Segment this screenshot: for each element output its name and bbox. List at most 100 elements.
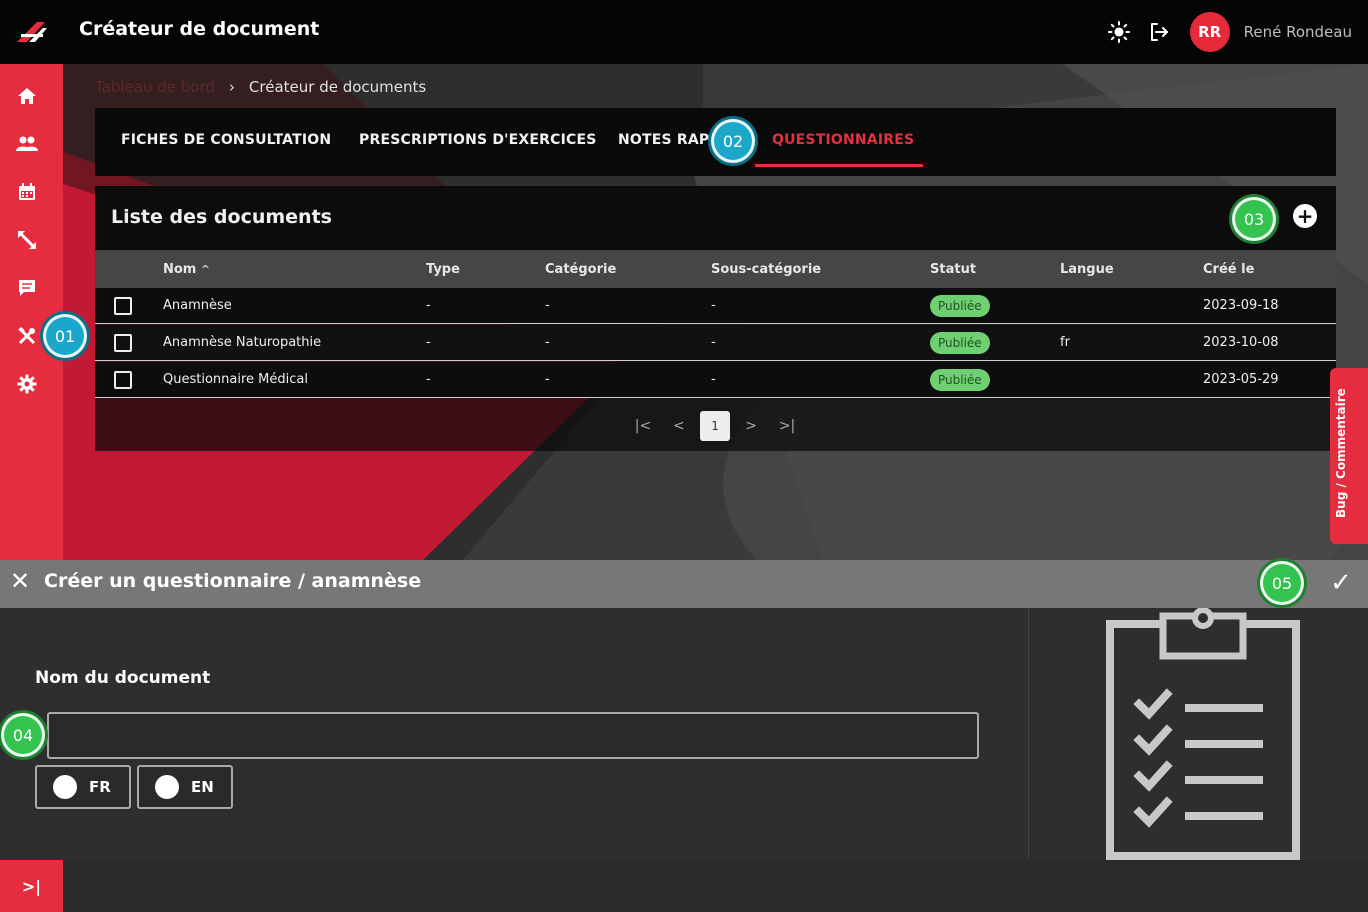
status-badge: Publiée — [930, 295, 990, 317]
column-header-name[interactable]: Nom ^ — [163, 262, 210, 277]
next-page-button[interactable]: > — [733, 411, 769, 441]
cell-category: - — [545, 335, 550, 350]
active-tab-indicator — [755, 164, 923, 167]
tools-icon — [18, 326, 36, 345]
step-marker-04: 04 — [1, 713, 45, 757]
status-badge: Publiée — [930, 332, 990, 354]
cell-type: - — [426, 335, 431, 350]
home-icon — [18, 88, 36, 104]
language-option-fr[interactable]: FR — [35, 765, 131, 809]
add-document-button[interactable]: + — [1293, 204, 1317, 228]
top-bar: Créateur de document RR René Rondeau — [0, 0, 1368, 64]
form-title: Créer un questionnaire / anamnèse — [44, 570, 422, 592]
cell-created: 2023-10-08 — [1203, 335, 1279, 350]
logout-icon[interactable] — [1146, 19, 1172, 45]
form-header: ✕ Créer un questionnaire / anamnèse ✓ — [0, 560, 1368, 608]
calendar-icon — [19, 183, 35, 200]
user-name[interactable]: René Rondeau — [1244, 23, 1352, 41]
close-form-button[interactable]: ✕ — [10, 569, 32, 593]
sidebar-item-messages[interactable] — [13, 274, 41, 302]
breadcrumb-separator: › — [228, 78, 235, 96]
row-checkbox[interactable] — [114, 334, 132, 352]
breadcrumb-current: Créateur de documents — [248, 78, 427, 96]
bug-report-label: Bug / Commentaire — [1334, 388, 1348, 518]
prev-page-button[interactable]: < — [661, 411, 697, 441]
cell-category: - — [545, 298, 550, 313]
cell-category: - — [545, 372, 550, 387]
row-checkbox[interactable] — [114, 371, 132, 389]
row-checkbox[interactable] — [114, 297, 132, 315]
sidebar-item-tools[interactable] — [13, 322, 41, 350]
document-name-input[interactable] — [47, 712, 979, 759]
breadcrumb: Tableau de bord › Créateur de documents — [95, 78, 426, 96]
cell-name: Questionnaire Médical — [163, 372, 308, 387]
document-list-card: Liste des documents + Nom ^ Type Catégor… — [95, 186, 1336, 451]
top-right-controls: RR René Rondeau — [1106, 12, 1352, 52]
step-marker-05: 05 — [1260, 561, 1304, 605]
theme-toggle-icon[interactable] — [1106, 19, 1132, 45]
cell-subcategory: - — [711, 372, 716, 387]
tab-questionnaires[interactable]: QUESTIONNAIRES — [772, 132, 914, 148]
cell-name: Anamnèse Naturopathie — [163, 335, 322, 350]
illustration-panel — [1028, 608, 1368, 860]
confirm-form-button[interactable]: ✓ — [1326, 568, 1356, 598]
step-marker-01: 01 — [43, 314, 87, 358]
radio-icon — [53, 775, 77, 799]
app-logo[interactable] — [0, 0, 63, 64]
step-marker-02: 02 — [711, 119, 755, 163]
bottom-bar: >| — [0, 860, 1368, 912]
cell-language: fr — [1060, 335, 1070, 350]
clipboard-checklist-icon — [1106, 608, 1300, 860]
tab-quick-notes[interactable]: NOTES RAPI — [618, 132, 715, 148]
status-badge: Publiée — [930, 369, 990, 391]
logo-icon — [16, 22, 47, 42]
cell-type: - — [426, 372, 431, 387]
column-header-category[interactable]: Catégorie — [545, 262, 616, 277]
sort-ascending-icon[interactable]: ^ — [201, 263, 210, 276]
sidebar-item-settings[interactable] — [13, 370, 41, 398]
cell-subcategory: - — [711, 298, 716, 313]
column-header-language[interactable]: Langue — [1060, 262, 1114, 277]
sidebar — [0, 64, 63, 560]
pagination: |< < 1 > >| — [625, 411, 805, 441]
current-page-button[interactable]: 1 — [699, 411, 731, 441]
tab-consultation-sheets[interactable]: FICHES DE CONSULTATION — [121, 132, 331, 148]
exercise-icon — [18, 231, 36, 249]
step-marker-03: 03 — [1232, 197, 1276, 241]
radio-icon — [155, 775, 179, 799]
sidebar-item-home[interactable] — [13, 82, 41, 110]
table-header: Nom ^ Type Catégorie Sous-catégorie Stat… — [95, 250, 1336, 288]
language-option-en[interactable]: EN — [137, 765, 233, 809]
chat-icon — [19, 280, 35, 296]
column-header-created[interactable]: Créé le — [1203, 262, 1254, 277]
card-title: Liste des documents — [111, 206, 332, 228]
cell-created: 2023-05-29 — [1203, 372, 1279, 387]
column-header-type[interactable]: Type — [426, 262, 460, 277]
breadcrumb-dashboard-link[interactable]: Tableau de bord — [95, 78, 215, 96]
expand-sidebar-button[interactable]: >| — [0, 860, 63, 912]
tab-exercise-prescriptions[interactable]: PRESCRIPTIONS D'EXERCICES — [359, 132, 597, 148]
cell-name: Anamnèse — [163, 298, 232, 313]
table-row[interactable]: Anamnèse - - - Publiée 2023-09-18 — [95, 288, 1336, 324]
table-row[interactable]: Anamnèse Naturopathie - - - Publiée fr 2… — [95, 325, 1336, 361]
sidebar-item-users[interactable] — [13, 130, 41, 158]
sidebar-item-exercises[interactable] — [13, 226, 41, 254]
column-header-status[interactable]: Statut — [930, 262, 976, 277]
gear-icon — [17, 374, 37, 394]
language-fr-label: FR — [89, 778, 111, 796]
sidebar-item-calendar[interactable] — [13, 178, 41, 206]
card-header: Liste des documents + — [95, 186, 1336, 250]
cell-created: 2023-09-18 — [1203, 298, 1279, 313]
column-header-subcategory[interactable]: Sous-catégorie — [711, 262, 821, 277]
last-page-button[interactable]: >| — [769, 411, 805, 441]
cell-subcategory: - — [711, 335, 716, 350]
form-body: Nom du document FR EN — [0, 608, 1028, 860]
cell-type: - — [426, 298, 431, 313]
table-row[interactable]: Questionnaire Médical - - - Publiée 2023… — [95, 362, 1336, 398]
avatar[interactable]: RR — [1189, 12, 1230, 52]
app-title: Créateur de document — [79, 18, 320, 40]
bug-report-tab[interactable]: Bug / Commentaire — [1330, 368, 1368, 544]
language-en-label: EN — [191, 778, 214, 796]
first-page-button[interactable]: |< — [625, 411, 661, 441]
users-icon — [16, 136, 38, 151]
